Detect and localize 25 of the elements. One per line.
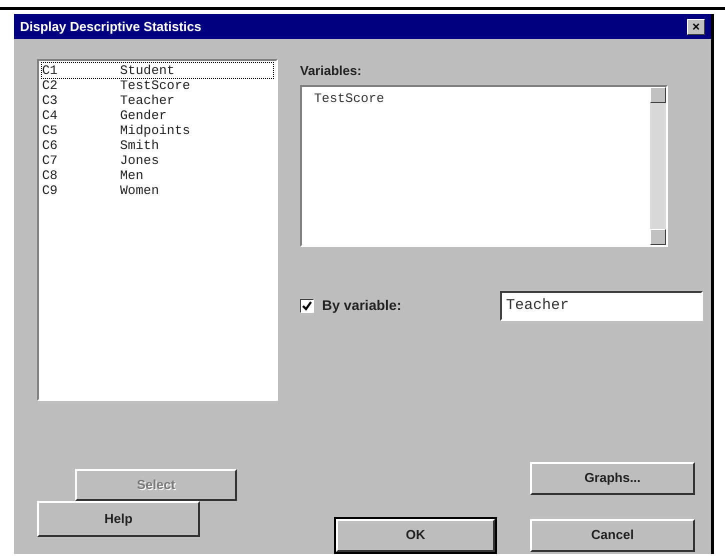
- scroll-up-button[interactable]: [650, 86, 666, 102]
- variables-box[interactable]: TestScore: [300, 84, 668, 246]
- close-button[interactable]: ×: [687, 18, 705, 34]
- list-item[interactable]: C3 Teacher: [42, 93, 273, 108]
- list-item[interactable]: C4 Gender: [42, 108, 273, 123]
- ok-button[interactable]: OK: [336, 518, 495, 552]
- by-variable-field[interactable]: Teacher: [500, 290, 703, 320]
- list-item[interactable]: C2 TestScore: [42, 78, 273, 93]
- cancel-button[interactable]: Cancel: [530, 518, 695, 552]
- scroll-down-button[interactable]: [650, 228, 666, 244]
- list-item[interactable]: C5 Midpoints: [42, 123, 273, 138]
- graphs-button[interactable]: Graphs...: [530, 462, 695, 494]
- list-item[interactable]: C8 Men: [42, 168, 273, 183]
- list-item[interactable]: C7 Jones: [42, 153, 273, 168]
- checkbox-label: By variable:: [322, 296, 402, 315]
- list-item[interactable]: C6 Smith: [42, 138, 273, 153]
- column-list[interactable]: C1 Student C2 TestScore C3 Teacher C4 Gender C5 Midpoints C6 Smith C7 Jones C8 Men C9 Women: [37, 59, 278, 401]
- help-button[interactable]: Help: [37, 501, 200, 537]
- field-label: Variables:: [300, 62, 362, 80]
- window-title: Display Descriptive Statistics: [20, 18, 202, 36]
- scrollbar[interactable]: [650, 86, 666, 244]
- list-item[interactable]: C9 Women: [42, 183, 273, 198]
- checkbox[interactable]: [300, 298, 314, 312]
- list-item[interactable]: C1 Student: [42, 63, 273, 78]
- variable-entry: TestScore: [313, 90, 386, 108]
